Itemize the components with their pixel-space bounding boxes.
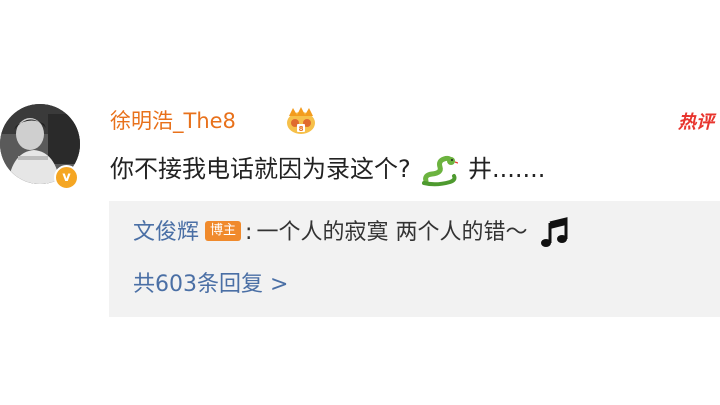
host-badge: 博主	[205, 221, 242, 241]
verified-badge: v	[54, 165, 79, 190]
hot-comment-label: 热评	[678, 112, 714, 133]
reply-preview-box[interactable]: 文俊辉 博主: 一个人的寂寞 两个人的错～ 共603条回复 >	[109, 201, 720, 317]
svg-text:8: 8	[299, 125, 304, 133]
crown-badge-icon[interactable]: 8	[283, 106, 319, 136]
view-all-replies-link[interactable]: 共603条回复 >	[133, 269, 288, 301]
avatar-container[interactable]: v	[0, 104, 80, 190]
snake-icon	[422, 155, 459, 187]
comment-username[interactable]: 徐明浩_The8	[110, 106, 236, 136]
reply-item: 文俊辉 博主: 一个人的寂寞 两个人的错～	[133, 217, 570, 249]
reply-text: 一个人的寂寞 两个人的错～	[256, 220, 528, 245]
music-note-icon	[541, 217, 568, 247]
reply-colon: :	[245, 220, 253, 245]
reply-author[interactable]: 文俊辉	[133, 220, 199, 245]
hot-comment-tag: 热评	[678, 110, 714, 136]
comment-text-main: 你不接我电话就因为录这个?	[110, 155, 411, 183]
comment-text: 你不接我电话就因为录这个? 井.......	[110, 152, 545, 187]
comment-card: v 徐明浩_The8 8 热评 你不接我电话就因为录这个? 井....... 文…	[0, 0, 720, 405]
comment-text-tail: 井.......	[468, 155, 546, 183]
